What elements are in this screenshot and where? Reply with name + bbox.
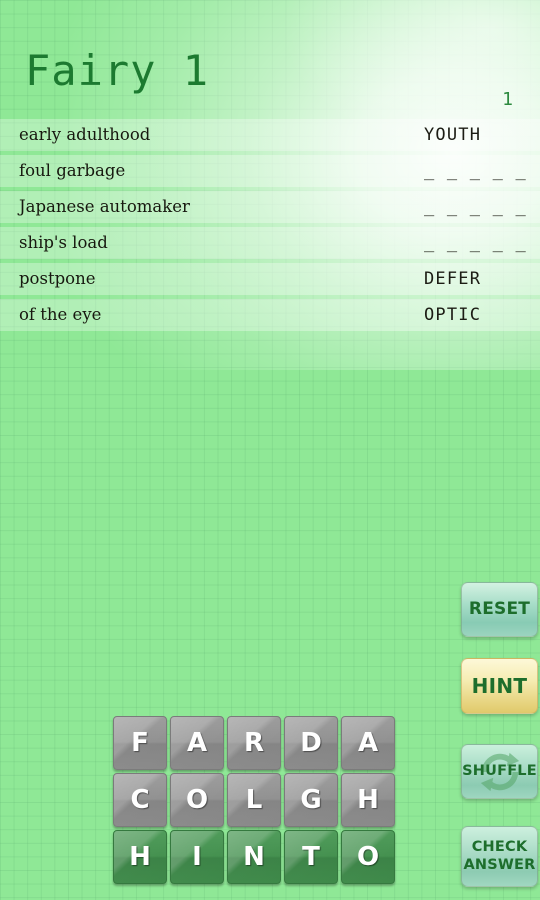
game-screen: Fairy 1 1 early adulthood YOUTH foul gar… bbox=[0, 0, 540, 900]
letter-tile[interactable]: N bbox=[227, 830, 281, 884]
hint-button[interactable]: HINT bbox=[461, 658, 538, 714]
clue-row[interactable]: Japanese automaker _ _ _ _ _ bbox=[0, 191, 540, 223]
clue-text: of the eye bbox=[19, 305, 102, 324]
clue-row[interactable]: postpone DEFER bbox=[0, 263, 540, 295]
letter-tile[interactable]: A bbox=[341, 716, 395, 770]
tile-letter: O bbox=[185, 785, 209, 815]
letter-tile[interactable]: D bbox=[284, 716, 338, 770]
check-answer-label-line2: ANSWER bbox=[463, 856, 536, 873]
check-answer-label-line1: CHECK bbox=[471, 839, 528, 856]
letter-tile[interactable]: F bbox=[113, 716, 167, 770]
clue-answer: YOUTH bbox=[424, 125, 482, 145]
letter-tile[interactable]: O bbox=[341, 830, 395, 884]
tile-letter: A bbox=[357, 728, 379, 758]
letter-tile[interactable]: A bbox=[170, 716, 224, 770]
reset-button-label: RESET bbox=[468, 598, 531, 619]
check-answer-button[interactable]: CHECK ANSWER bbox=[461, 826, 538, 887]
clue-text: postpone bbox=[19, 269, 96, 288]
clue-answer: _ _ _ _ _ bbox=[424, 161, 527, 181]
clue-row[interactable]: ship's load _ _ _ _ _ bbox=[0, 227, 540, 259]
tile-letter: L bbox=[245, 785, 263, 815]
tile-letter: G bbox=[300, 785, 322, 815]
clue-answer: _ _ _ _ _ bbox=[424, 233, 527, 253]
letter-tile[interactable]: R bbox=[227, 716, 281, 770]
letter-tile[interactable]: I bbox=[170, 830, 224, 884]
tile-row: H I N T O bbox=[113, 830, 395, 884]
tile-letter: H bbox=[357, 785, 379, 815]
tile-letter: O bbox=[356, 842, 380, 872]
letter-tile[interactable]: T bbox=[284, 830, 338, 884]
tile-letter: I bbox=[192, 842, 202, 872]
letter-tile[interactable]: G bbox=[284, 773, 338, 827]
letter-tile[interactable]: H bbox=[341, 773, 395, 827]
clue-text: Japanese automaker bbox=[19, 197, 190, 216]
page-title: Fairy 1 bbox=[25, 46, 210, 95]
tile-letter: T bbox=[302, 842, 320, 872]
letter-tile[interactable]: C bbox=[113, 773, 167, 827]
clue-row[interactable]: foul garbage _ _ _ _ _ bbox=[0, 155, 540, 187]
tile-letter: N bbox=[243, 842, 265, 872]
reset-button[interactable]: RESET bbox=[461, 582, 538, 637]
letter-tile[interactable]: H bbox=[113, 830, 167, 884]
shuffle-button-label: SHUFFLE bbox=[462, 762, 537, 779]
clue-row[interactable]: early adulthood YOUTH bbox=[0, 119, 540, 151]
tile-row: F A R D A bbox=[113, 716, 395, 770]
tile-letter: D bbox=[300, 728, 322, 758]
tile-letter: A bbox=[186, 728, 208, 758]
letter-tile[interactable]: O bbox=[170, 773, 224, 827]
tile-letter: R bbox=[243, 728, 265, 758]
clue-list: early adulthood YOUTH foul garbage _ _ _… bbox=[0, 119, 540, 335]
hint-button-label: HINT bbox=[471, 673, 528, 698]
tile-letter: H bbox=[129, 842, 151, 872]
letter-tile-grid: F A R D A C O L G H H I N T O bbox=[113, 716, 395, 887]
clue-answer: _ _ _ _ _ bbox=[424, 197, 527, 217]
shuffle-button[interactable]: SHUFFLE bbox=[461, 744, 538, 799]
clue-answer: DEFER bbox=[424, 269, 482, 289]
clue-text: foul garbage bbox=[19, 161, 126, 180]
clue-row[interactable]: of the eye OPTIC bbox=[0, 299, 540, 331]
puzzle-number: 1 bbox=[502, 89, 513, 110]
tile-letter: F bbox=[131, 728, 149, 758]
clue-answer: OPTIC bbox=[424, 305, 482, 325]
clue-text: ship's load bbox=[19, 233, 108, 252]
tile-row: C O L G H bbox=[113, 773, 395, 827]
clue-text: early adulthood bbox=[19, 125, 151, 144]
tile-letter: C bbox=[130, 785, 150, 815]
letter-tile[interactable]: L bbox=[227, 773, 281, 827]
